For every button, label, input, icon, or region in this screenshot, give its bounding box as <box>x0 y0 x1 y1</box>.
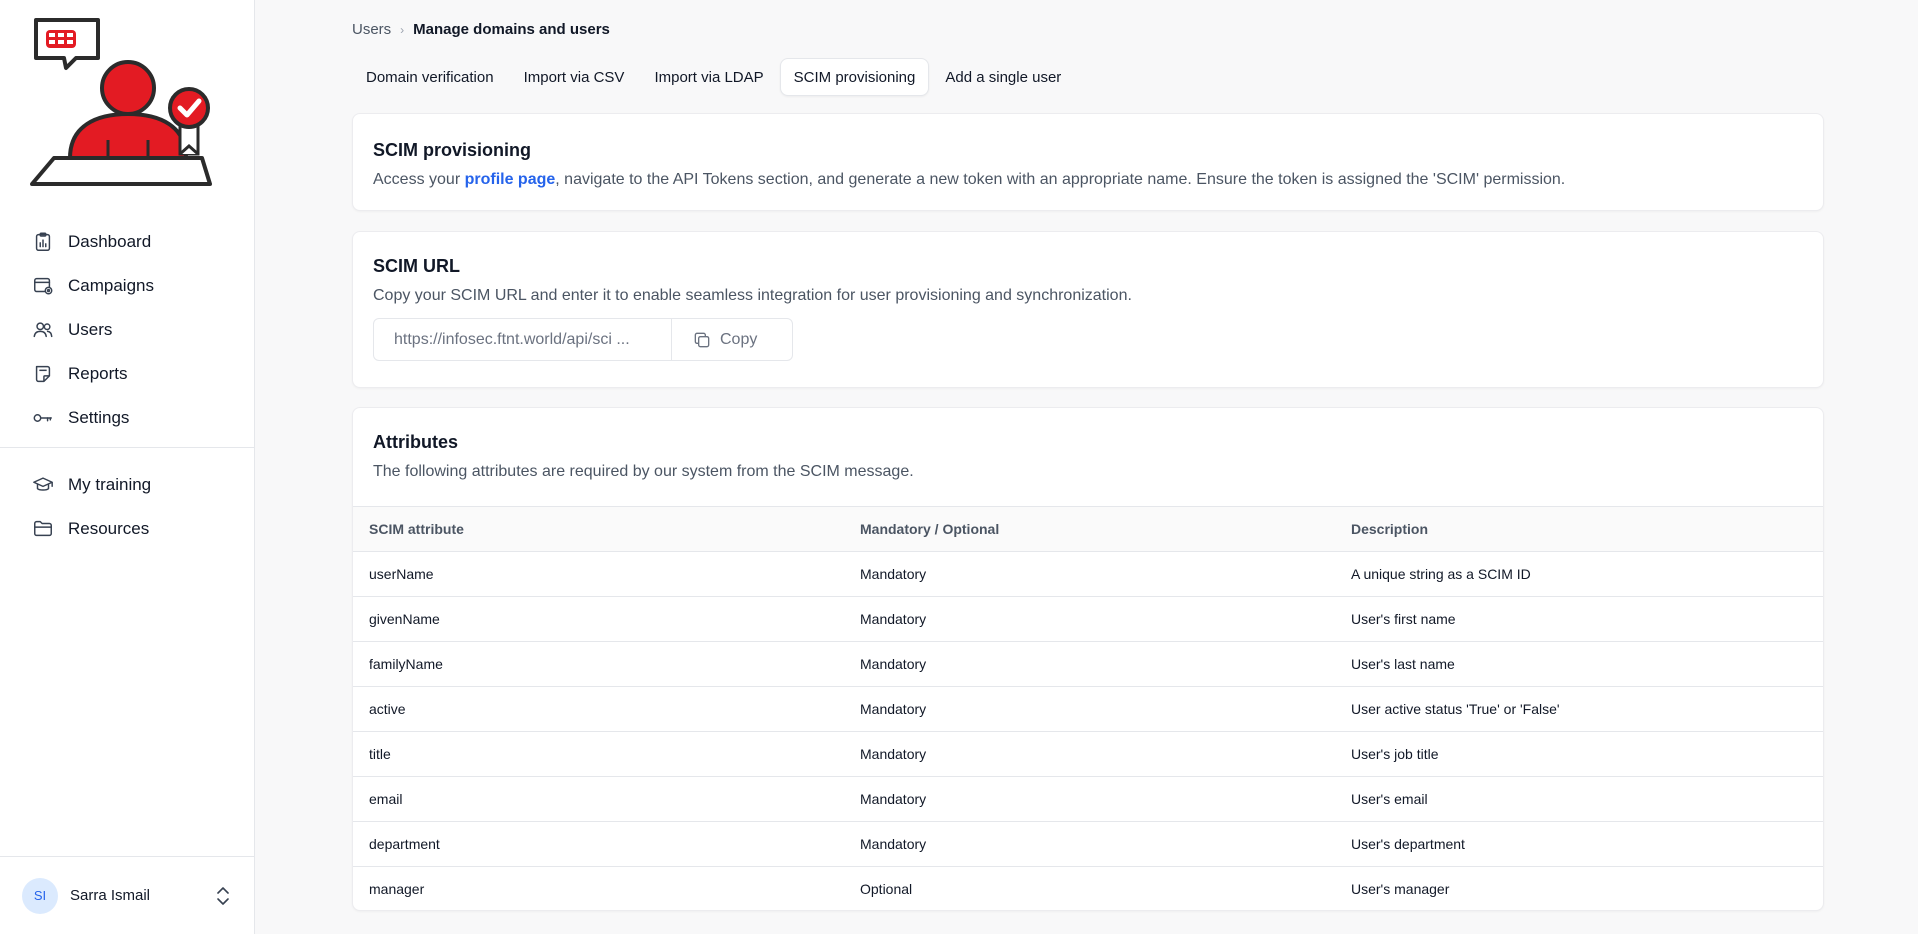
table-row: department Mandatory User's department <box>353 821 1823 867</box>
breadcrumb-users-link[interactable]: Users <box>352 21 391 38</box>
tab-import-csv[interactable]: Import via CSV <box>510 58 639 96</box>
nav-label-settings: Settings <box>68 408 130 427</box>
table-header-row: SCIM attribute Mandatory / Optional Desc… <box>353 506 1823 552</box>
nav-label-my-training: My training <box>68 475 152 494</box>
training-logo <box>30 18 226 202</box>
scim-desc-before: Access your <box>373 171 465 188</box>
copy-icon <box>694 332 710 347</box>
column-header-description: Description <box>1335 506 1823 552</box>
column-header-scim-attribute: SCIM attribute <box>353 506 844 552</box>
cell-attribute: familyName <box>353 641 844 687</box>
breadcrumb: Users › Manage domains and users <box>352 21 610 38</box>
table-row: userName Mandatory A unique string as a SC… <box>353 551 1823 597</box>
breadcrumb-current: Manage domains and users <box>413 21 610 38</box>
nav-label-campaigns: Campaigns <box>68 276 154 295</box>
cell-requirement: Mandatory <box>844 686 1335 732</box>
graduation-cap-icon <box>32 474 54 496</box>
cell-requirement: Mandatory <box>844 596 1335 642</box>
nav-item-dashboard[interactable]: Dashboard <box>0 220 255 264</box>
sidebar: Dashboard Campaigns Users Reports Settin… <box>0 0 255 934</box>
attributes-title: Attributes <box>373 432 458 452</box>
nav-item-reports[interactable]: Reports <box>0 352 255 396</box>
table-row: email Mandatory User's email <box>353 776 1823 822</box>
cell-description: User's last name <box>1335 641 1823 687</box>
user-name: Sarra Ismail <box>70 887 151 904</box>
chevron-right-icon: › <box>400 22 405 37</box>
cell-requirement: Mandatory <box>844 731 1335 777</box>
cell-attribute: active <box>353 686 844 732</box>
cell-description: User's email <box>1335 776 1823 822</box>
copy-button[interactable]: Copy <box>672 319 792 360</box>
nav-label-dashboard: Dashboard <box>68 232 152 251</box>
nav-label-users: Users <box>68 320 113 339</box>
clipboard-chart-icon <box>32 231 54 253</box>
scim-desc-after: , navigate to the API Tokens section, an… <box>555 171 1566 188</box>
primary-nav: Dashboard Campaigns Users Reports Settin… <box>0 220 255 440</box>
cell-description: User's first name <box>1335 596 1823 642</box>
copy-button-label: Copy <box>720 330 758 348</box>
scim-url-title: SCIM URL <box>373 256 460 276</box>
browser-window-icon <box>32 275 54 297</box>
sidebar-divider <box>0 447 255 448</box>
key-icon <box>32 407 54 429</box>
nav-item-settings[interactable]: Settings <box>0 396 255 440</box>
cell-attribute: email <box>353 776 844 822</box>
nav-item-my-training[interactable]: My training <box>0 463 255 507</box>
attributes-description: The following attributes are required by… <box>373 463 914 480</box>
cell-attribute: givenName <box>353 596 844 642</box>
cell-requirement: Mandatory <box>844 641 1335 687</box>
cell-requirement: Mandatory <box>844 821 1335 867</box>
cell-requirement: Mandatory <box>844 551 1335 597</box>
cell-attribute: manager <box>353 866 844 910</box>
cell-attribute: department <box>353 821 844 867</box>
main-content: Users › Manage domains and users Domain … <box>255 0 1918 934</box>
document-icon <box>32 363 54 385</box>
secondary-nav: My training Resources <box>0 463 255 551</box>
cell-description: User's manager <box>1335 866 1823 910</box>
scim-url-input[interactable]: https://infosec.ftnt.world/api/sci ... <box>374 319 672 360</box>
tab-add-single-user[interactable]: Add a single user <box>931 58 1075 96</box>
scim-provisioning-title: SCIM provisioning <box>373 140 532 160</box>
cell-attribute: userName <box>353 551 844 597</box>
user-menu[interactable]: SI Sarra Ismail <box>0 856 255 934</box>
users-icon <box>32 319 54 341</box>
attributes-card: Attributes The following attributes are … <box>352 407 1824 911</box>
scim-url-card: SCIM URL Copy your SCIM URL and enter it… <box>352 231 1824 388</box>
scim-provisioning-description: Access your profile page, navigate to th… <box>373 171 1803 189</box>
tab-scim-provisioning[interactable]: SCIM provisioning <box>779 58 930 96</box>
tab-import-ldap[interactable]: Import via LDAP <box>640 58 777 96</box>
table-row: givenName Mandatory User's first name <box>353 596 1823 642</box>
tab-bar: Domain verification Import via CSV Impor… <box>352 58 1075 96</box>
scim-url-description: Copy your SCIM URL and enter it to enabl… <box>373 287 1132 304</box>
nav-item-campaigns[interactable]: Campaigns <box>0 264 255 308</box>
table-row: active Mandatory User active status 'True'… <box>353 686 1823 732</box>
cell-requirement: Optional <box>844 866 1335 910</box>
cell-attribute: title <box>353 731 844 777</box>
column-header-mandatory-optional: Mandatory / Optional <box>844 506 1335 552</box>
cell-description: User's job title <box>1335 731 1823 777</box>
cell-requirement: Mandatory <box>844 776 1335 822</box>
profile-page-link[interactable]: profile page <box>465 171 556 188</box>
nav-item-users[interactable]: Users <box>0 308 255 352</box>
folder-icon <box>32 518 54 540</box>
cell-description: User active status 'True' or 'False' <box>1335 686 1823 732</box>
avatar: SI <box>22 877 58 914</box>
cell-description: User's department <box>1335 821 1823 867</box>
scim-provisioning-card: SCIM provisioning Access your profile pa… <box>352 113 1824 211</box>
chevron-up-down-icon[interactable] <box>213 885 233 907</box>
nav-item-resources[interactable]: Resources <box>0 507 255 551</box>
nav-label-resources: Resources <box>68 519 150 538</box>
table-row: title Mandatory User's job title <box>353 731 1823 777</box>
tab-domain-verification[interactable]: Domain verification <box>352 58 508 96</box>
table-row: familyName Mandatory User's last name <box>353 641 1823 687</box>
nav-label-reports: Reports <box>68 364 128 383</box>
table-row: manager Optional User's manager <box>353 866 1823 910</box>
scim-url-field-group: https://infosec.ftnt.world/api/sci ... C… <box>373 318 793 361</box>
cell-description: A unique string as a SCIM ID <box>1335 551 1823 597</box>
attributes-table: SCIM attribute Mandatory / Optional Desc… <box>353 506 1823 910</box>
